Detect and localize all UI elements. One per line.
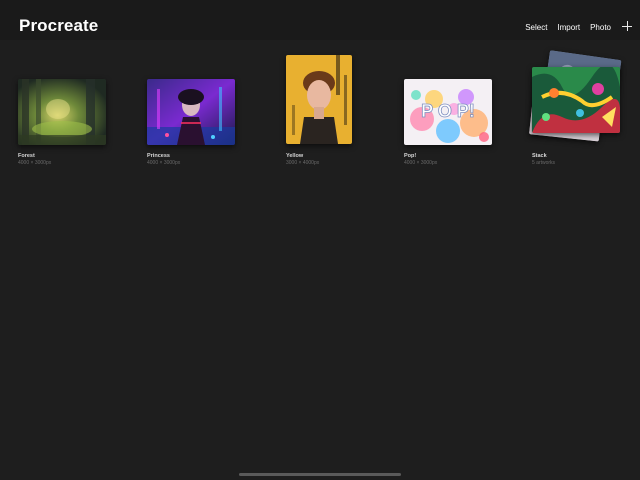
artwork-size: 3000 × 4000px xyxy=(286,160,320,166)
photo-button[interactable]: Photo xyxy=(590,23,611,32)
artwork-title: Yellow xyxy=(286,153,304,159)
artwork-title: Forest xyxy=(18,153,35,159)
top-bar: Procreate Select Import Photo xyxy=(0,0,640,40)
artwork-thumbnail[interactable]: P O P! xyxy=(404,79,492,145)
artwork-size: 4000 × 3000px xyxy=(18,160,52,166)
artwork-size: 4000 × 3000px xyxy=(147,160,181,166)
artwork-size: 4000 × 3000px xyxy=(404,160,438,166)
artwork-title: Princess xyxy=(147,153,170,159)
home-indicator[interactable] xyxy=(239,473,401,476)
artwork-thumbnail[interactable] xyxy=(532,67,620,133)
artwork-thumbnail[interactable] xyxy=(147,79,235,145)
artwork-thumbnail[interactable] xyxy=(286,55,352,144)
svg-text:P O P!: P O P! xyxy=(421,101,475,121)
artwork-title: Pop! xyxy=(404,153,417,159)
artwork-size: 5 artworks xyxy=(532,160,556,166)
procreate-gallery: Procreate Select Import Photo Forest 400… xyxy=(0,0,640,480)
import-button[interactable]: Import xyxy=(557,23,580,32)
artwork-thumbnail[interactable] xyxy=(18,79,106,145)
plus-icon[interactable] xyxy=(622,21,632,31)
app-title: Procreate xyxy=(19,16,99,35)
select-button[interactable]: Select xyxy=(525,23,547,32)
artwork-title: Stack xyxy=(532,153,547,159)
toolbar-actions: Select Import Photo xyxy=(515,21,632,32)
